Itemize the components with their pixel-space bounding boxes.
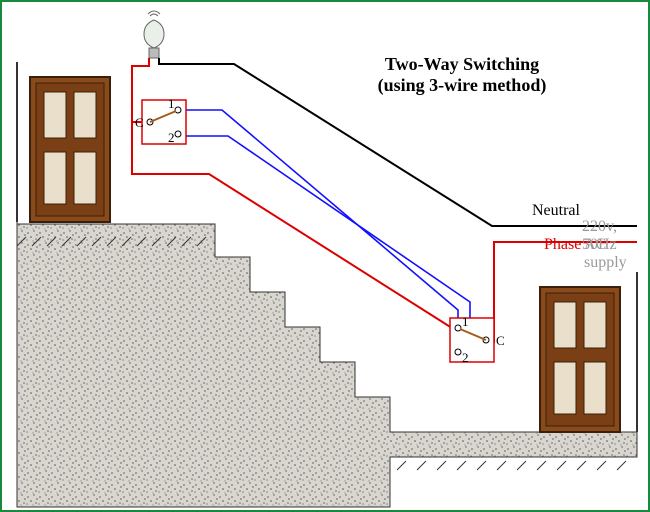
svg-text:C: C xyxy=(496,333,505,348)
svg-text:C: C xyxy=(135,115,144,130)
neutral-label: Neutral xyxy=(532,202,580,220)
diagram-title: Two-Way Switching (using 3-wire method) xyxy=(352,54,572,96)
phase-label: Phase xyxy=(544,236,581,254)
switch-1: C 1 2 xyxy=(135,96,186,145)
title-line-2: (using 3-wire method) xyxy=(378,75,547,95)
door-upper xyxy=(30,77,110,222)
svg-text:2: 2 xyxy=(462,350,469,365)
svg-text:2: 2 xyxy=(168,130,175,145)
diagram-frame: C 1 2 C 1 2 Two-Way Switching (using 3-w… xyxy=(0,0,650,512)
title-line-1: Two-Way Switching xyxy=(385,54,539,74)
switch-2: C 1 2 xyxy=(450,314,505,365)
door-lower xyxy=(540,287,620,432)
svg-text:1: 1 xyxy=(462,314,469,329)
svg-text:1: 1 xyxy=(168,96,175,111)
supply-line-2: AC supply xyxy=(584,236,648,272)
lamp-icon xyxy=(144,11,164,58)
